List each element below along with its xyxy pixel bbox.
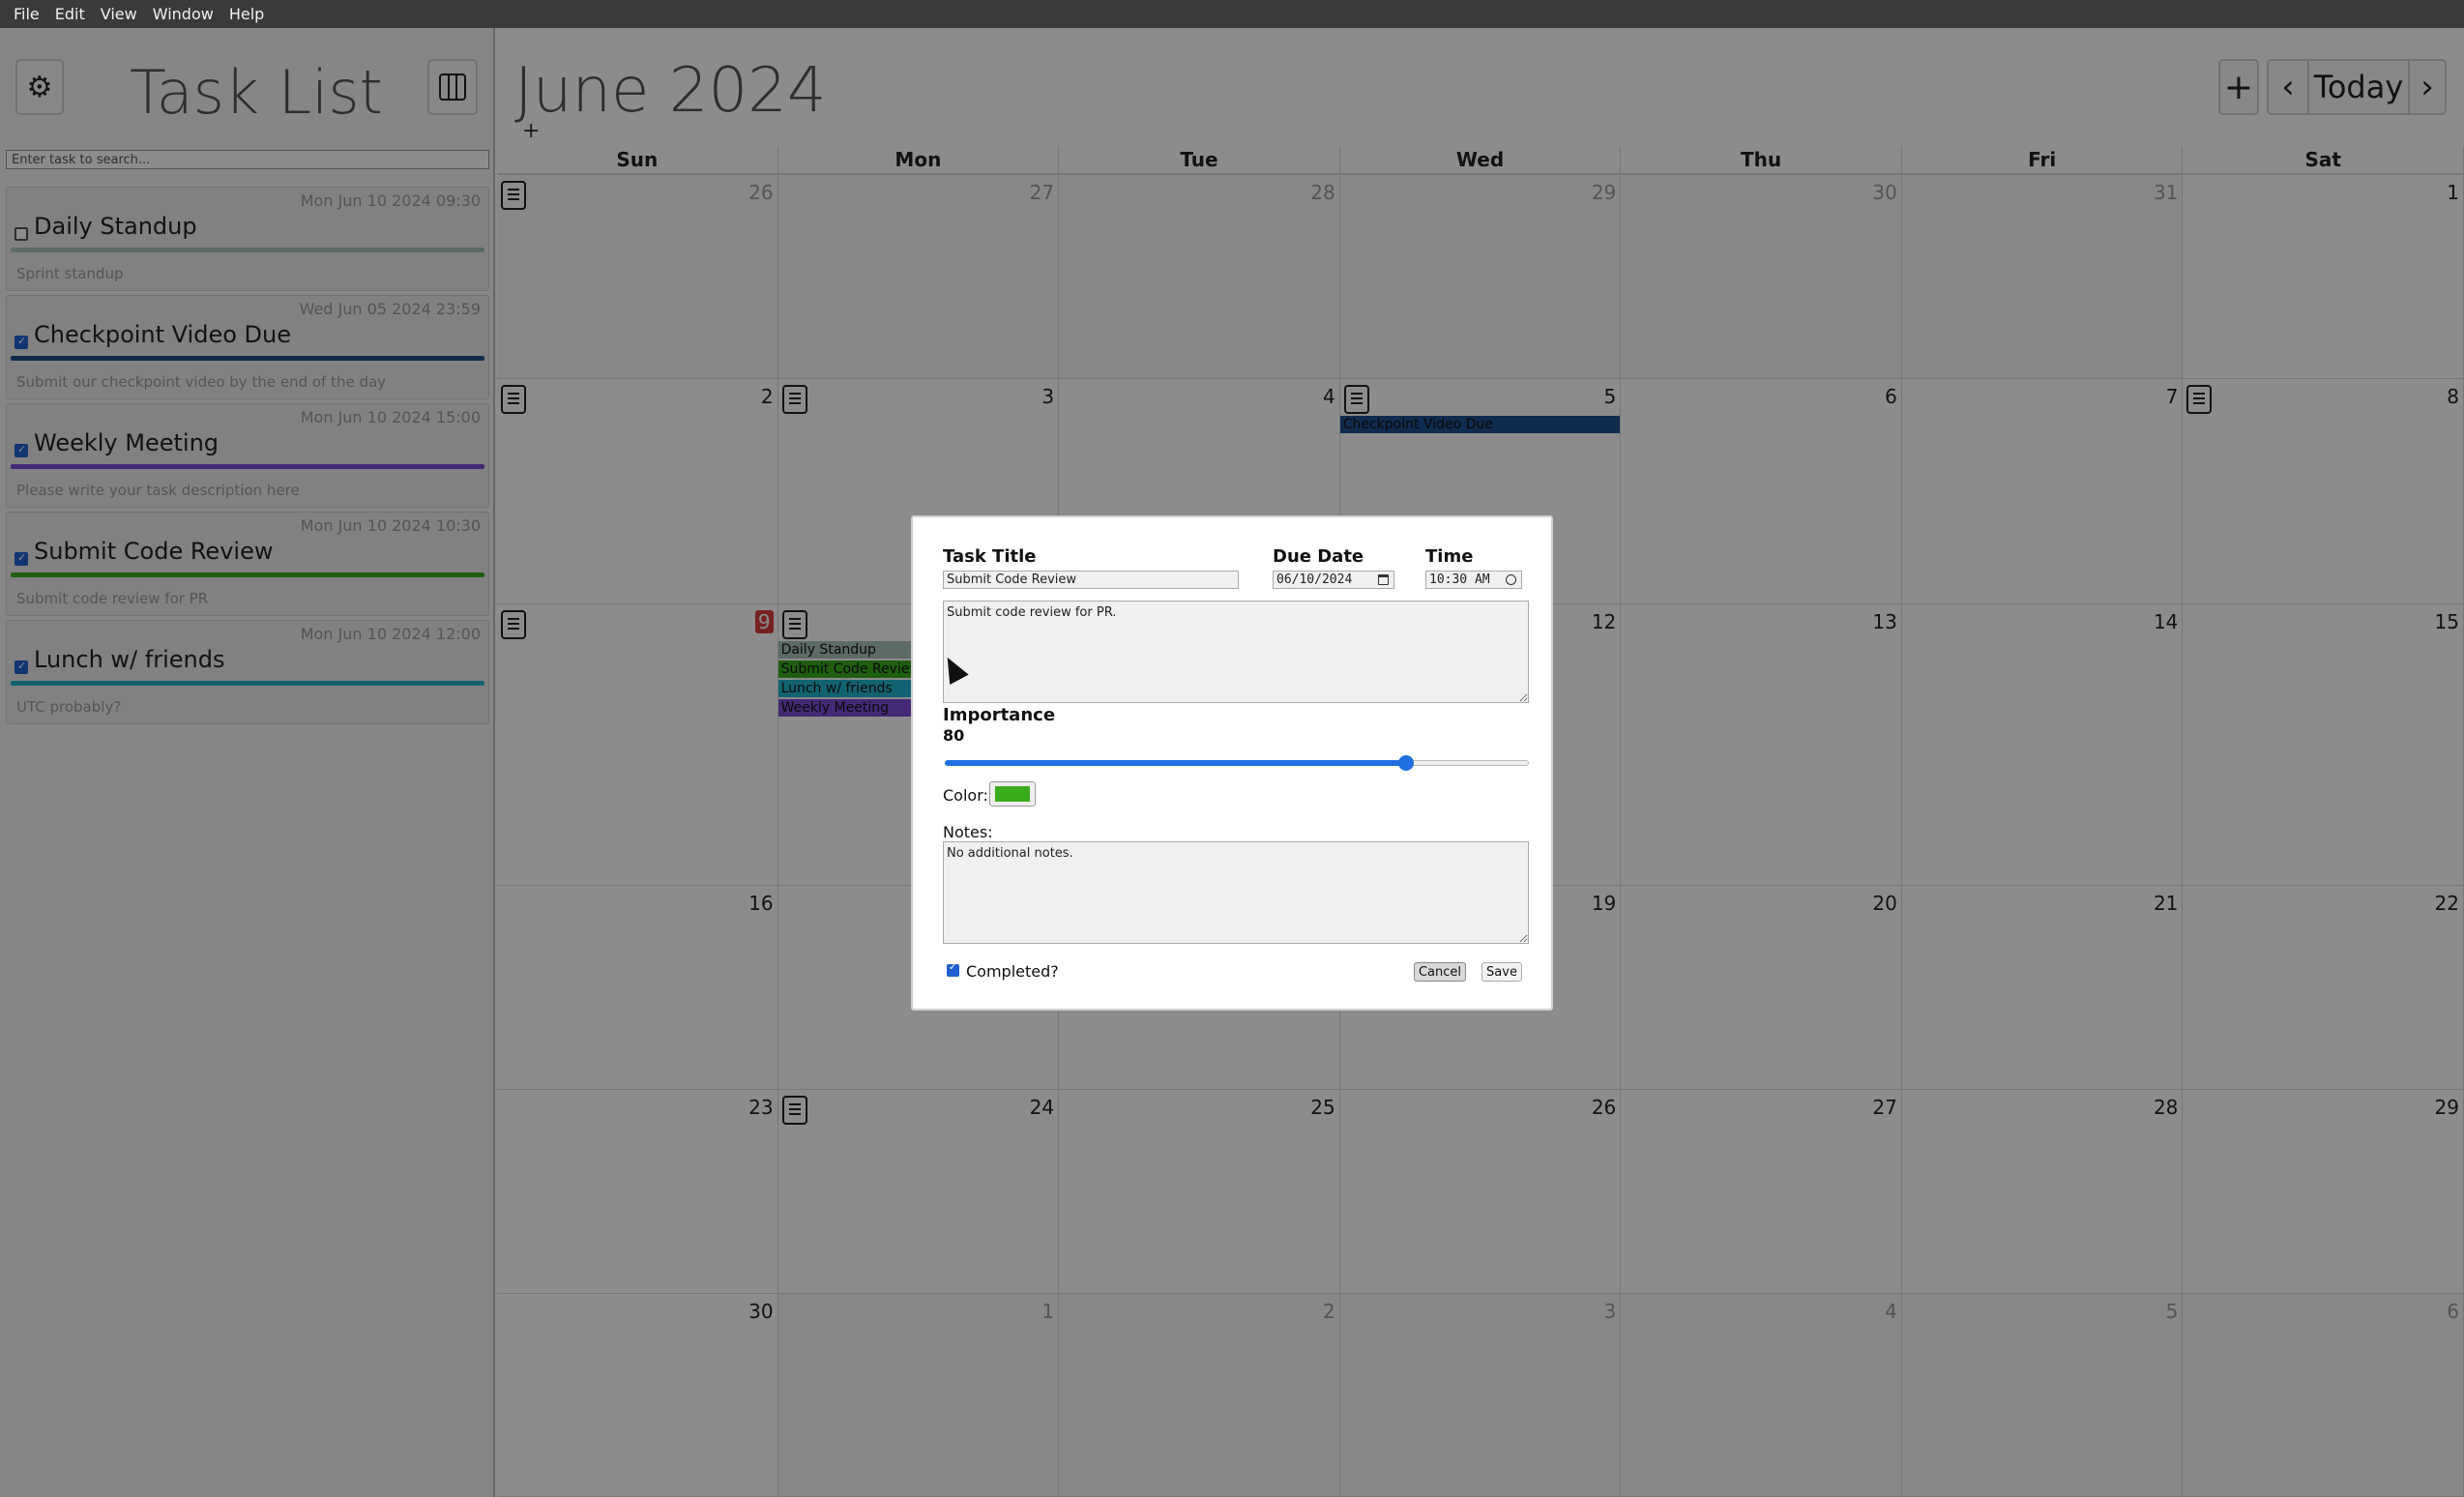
menu-help[interactable]: Help: [221, 0, 272, 28]
due-date-label: Due Date: [1273, 546, 1364, 567]
edit-task-dialog: Task Title Due Date 06/10/2024 Time 10:3…: [911, 515, 1553, 1011]
notes-textarea[interactable]: No additional notes.: [943, 841, 1529, 944]
calendar-icon[interactable]: [1378, 574, 1389, 585]
due-date-value: 06/10/2024: [1276, 572, 1353, 587]
completed-label: Completed?: [966, 962, 1059, 981]
importance-label: Importance: [943, 705, 1056, 725]
color-label: Color:: [943, 786, 988, 805]
menu-view[interactable]: View: [93, 0, 145, 28]
slider-thumb[interactable]: [1398, 755, 1415, 771]
cancel-button[interactable]: Cancel: [1414, 962, 1466, 982]
menu-bar: File Edit View Window Help: [0, 0, 2464, 28]
menu-window[interactable]: Window: [145, 0, 221, 28]
menu-edit[interactable]: Edit: [47, 0, 93, 28]
importance-value: 80: [943, 726, 965, 745]
color-picker[interactable]: [989, 781, 1036, 807]
color-swatch-fill: [995, 786, 1030, 802]
time-label: Time: [1425, 546, 1474, 567]
task-title-input[interactable]: [943, 571, 1239, 589]
task-description-textarea[interactable]: Submit code review for PR.: [943, 601, 1529, 703]
task-title-label: Task Title: [943, 546, 1037, 567]
importance-slider[interactable]: [945, 753, 1529, 773]
time-value: 10:30 AM: [1429, 572, 1490, 587]
completed-checkbox[interactable]: [947, 962, 959, 977]
slider-fill: [945, 760, 1407, 766]
save-button[interactable]: Save: [1481, 962, 1522, 982]
time-input[interactable]: 10:30 AM: [1425, 571, 1522, 589]
menu-file[interactable]: File: [6, 0, 47, 28]
notes-label: Notes:: [943, 823, 993, 841]
clock-icon[interactable]: [1506, 574, 1516, 585]
due-date-input[interactable]: 06/10/2024: [1273, 571, 1394, 589]
